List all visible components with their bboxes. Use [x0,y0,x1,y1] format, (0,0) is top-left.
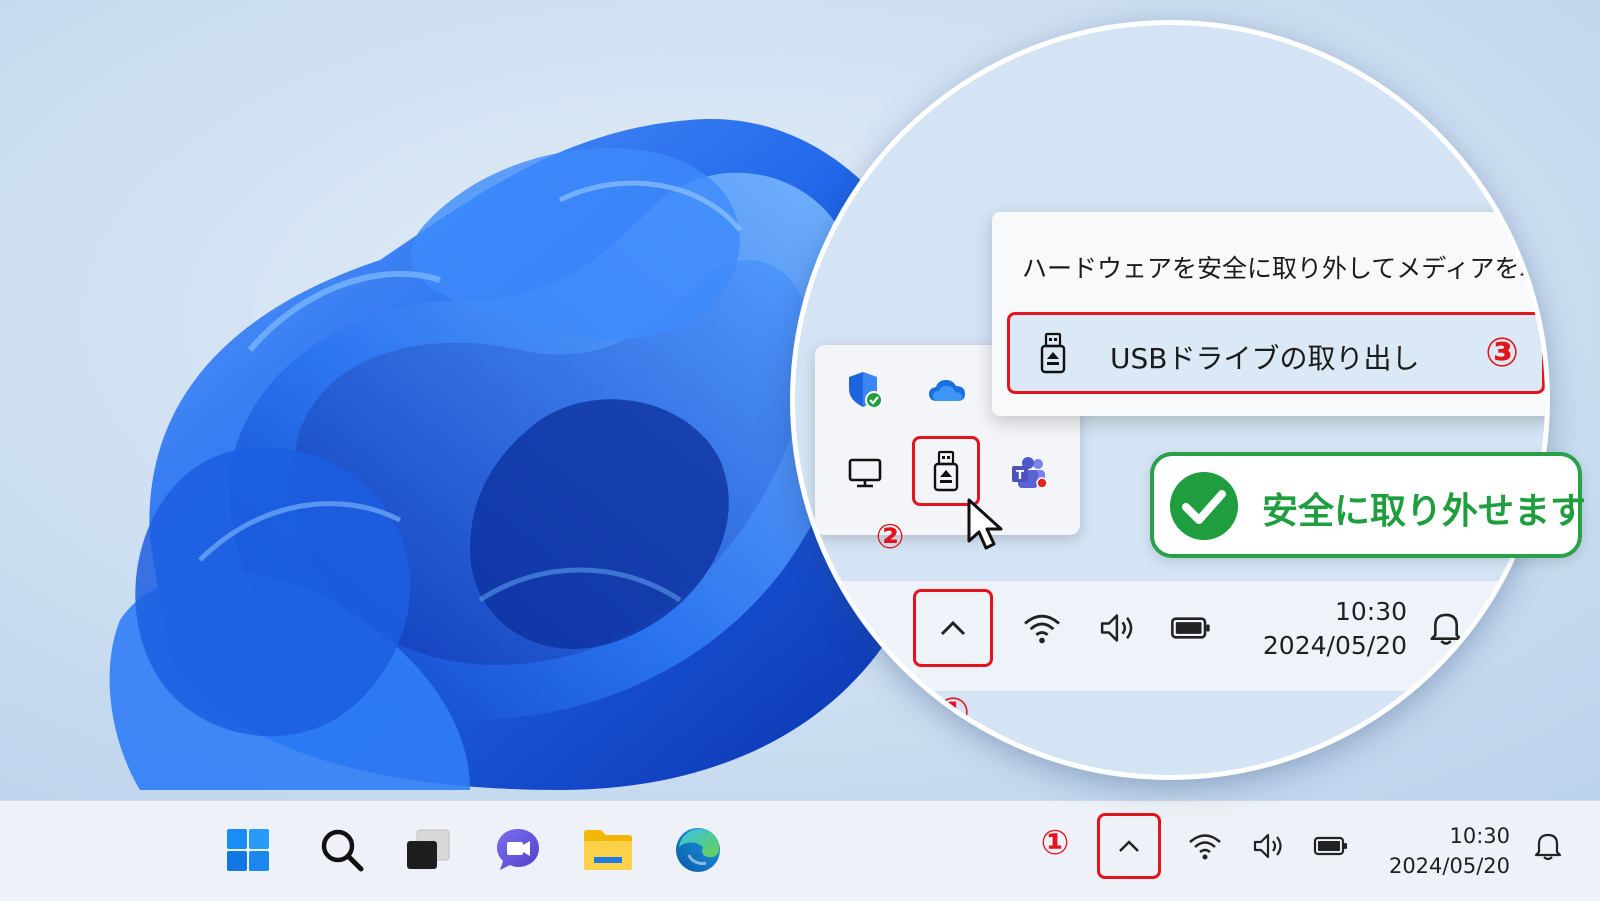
start-button[interactable] [218,820,278,880]
usb-drive-icon [933,450,959,492]
volume-button[interactable] [1248,823,1290,869]
magnified-network-button[interactable] [1017,599,1067,657]
magnified-notifications-button[interactable] [1423,599,1469,657]
edge-icon [676,828,720,872]
file-explorer-icon [584,830,632,870]
volume-icon [1100,614,1133,642]
task-view-icon [407,829,450,869]
file-explorer-button[interactable] [578,820,638,880]
usb-eject-tray-button[interactable] [917,441,975,501]
magnified-time: 10:30 [1334,597,1407,626]
taskbar-clock[interactable]: 10:30 2024/05/20 [1380,821,1510,881]
mouse-cursor-icon [967,498,1003,550]
task-view-button[interactable] [398,820,458,880]
checkmark-icon [1170,472,1238,540]
magnified-volume-button[interactable] [1093,599,1143,657]
display-button[interactable] [835,445,895,501]
notification-bell-icon [1534,833,1562,861]
search-icon [321,829,364,872]
battery-icon [1171,617,1210,639]
notifications-button[interactable] [1528,823,1568,869]
volume-icon [1253,833,1282,859]
show-hidden-icons-button[interactable] [1102,819,1156,873]
magnified-taskbar: 10:30 2024/05/20 [805,580,1545,691]
magnified-step-badge-1: ① [936,690,970,736]
battery-button[interactable] [1308,823,1354,869]
taskbar-date: 2024/05/20 [1388,854,1510,878]
magnifier-zoom-circle: 10:30 2024/05/20 ① T ② ハードウェアを安全に取り外してメデ… [790,20,1550,780]
safe-to-remove-callout: 安全に取り外せます [1150,452,1586,558]
magnified-clock[interactable]: 10:30 2024/05/20 [1235,595,1407,663]
network-button[interactable] [1184,823,1226,869]
chevron-up-icon [940,620,966,636]
wifi-icon [1024,614,1060,644]
wifi-icon [1189,834,1221,860]
svg-text:T: T [1016,468,1025,482]
safe-to-remove-text: 安全に取り外せます [1262,491,1587,532]
step-badge-3: ③ [1485,330,1519,376]
eject-usb-drive-menu-item[interactable]: USBドライブの取り出し ③ [1007,312,1545,394]
taskbar-time: 10:30 [1449,824,1510,848]
teams-icon: T [1012,457,1048,489]
magnified-show-hidden-icons-button[interactable] [918,595,988,661]
eject-usb-drive-label: USBドライブの取り出し [1110,342,1420,375]
context-menu-title: ハードウェアを安全に取り外してメディアを取り出す [1022,254,1545,283]
battery-icon [1313,836,1347,856]
search-button[interactable] [312,820,372,880]
notification-bell-icon [1430,613,1462,645]
teams-chat-icon [497,829,539,870]
step-badge-1: ① [1040,823,1070,863]
edge-button[interactable] [668,820,728,880]
teams-button[interactable]: T [999,445,1059,501]
usb-drive-icon [1040,332,1066,374]
step-badge-2: ② [875,517,905,557]
chevron-up-icon [1119,840,1139,852]
eject-context-menu: ハードウェアを安全に取り外してメディアを取り出す USBドライブの取り出し ③ [992,212,1545,416]
onedrive-button[interactable] [917,365,977,415]
monitor-icon [848,458,882,488]
taskbar: ① 10:30 2024/05/20 [0,800,1600,901]
start-button-icon [227,829,269,871]
onedrive-cloud-icon [929,380,965,401]
magnified-battery-button[interactable] [1163,599,1219,657]
defender-button[interactable] [835,365,895,415]
defender-shield-icon [849,372,883,409]
chat-button[interactable] [488,820,548,880]
magnified-date: 2024/05/20 [1262,631,1407,660]
